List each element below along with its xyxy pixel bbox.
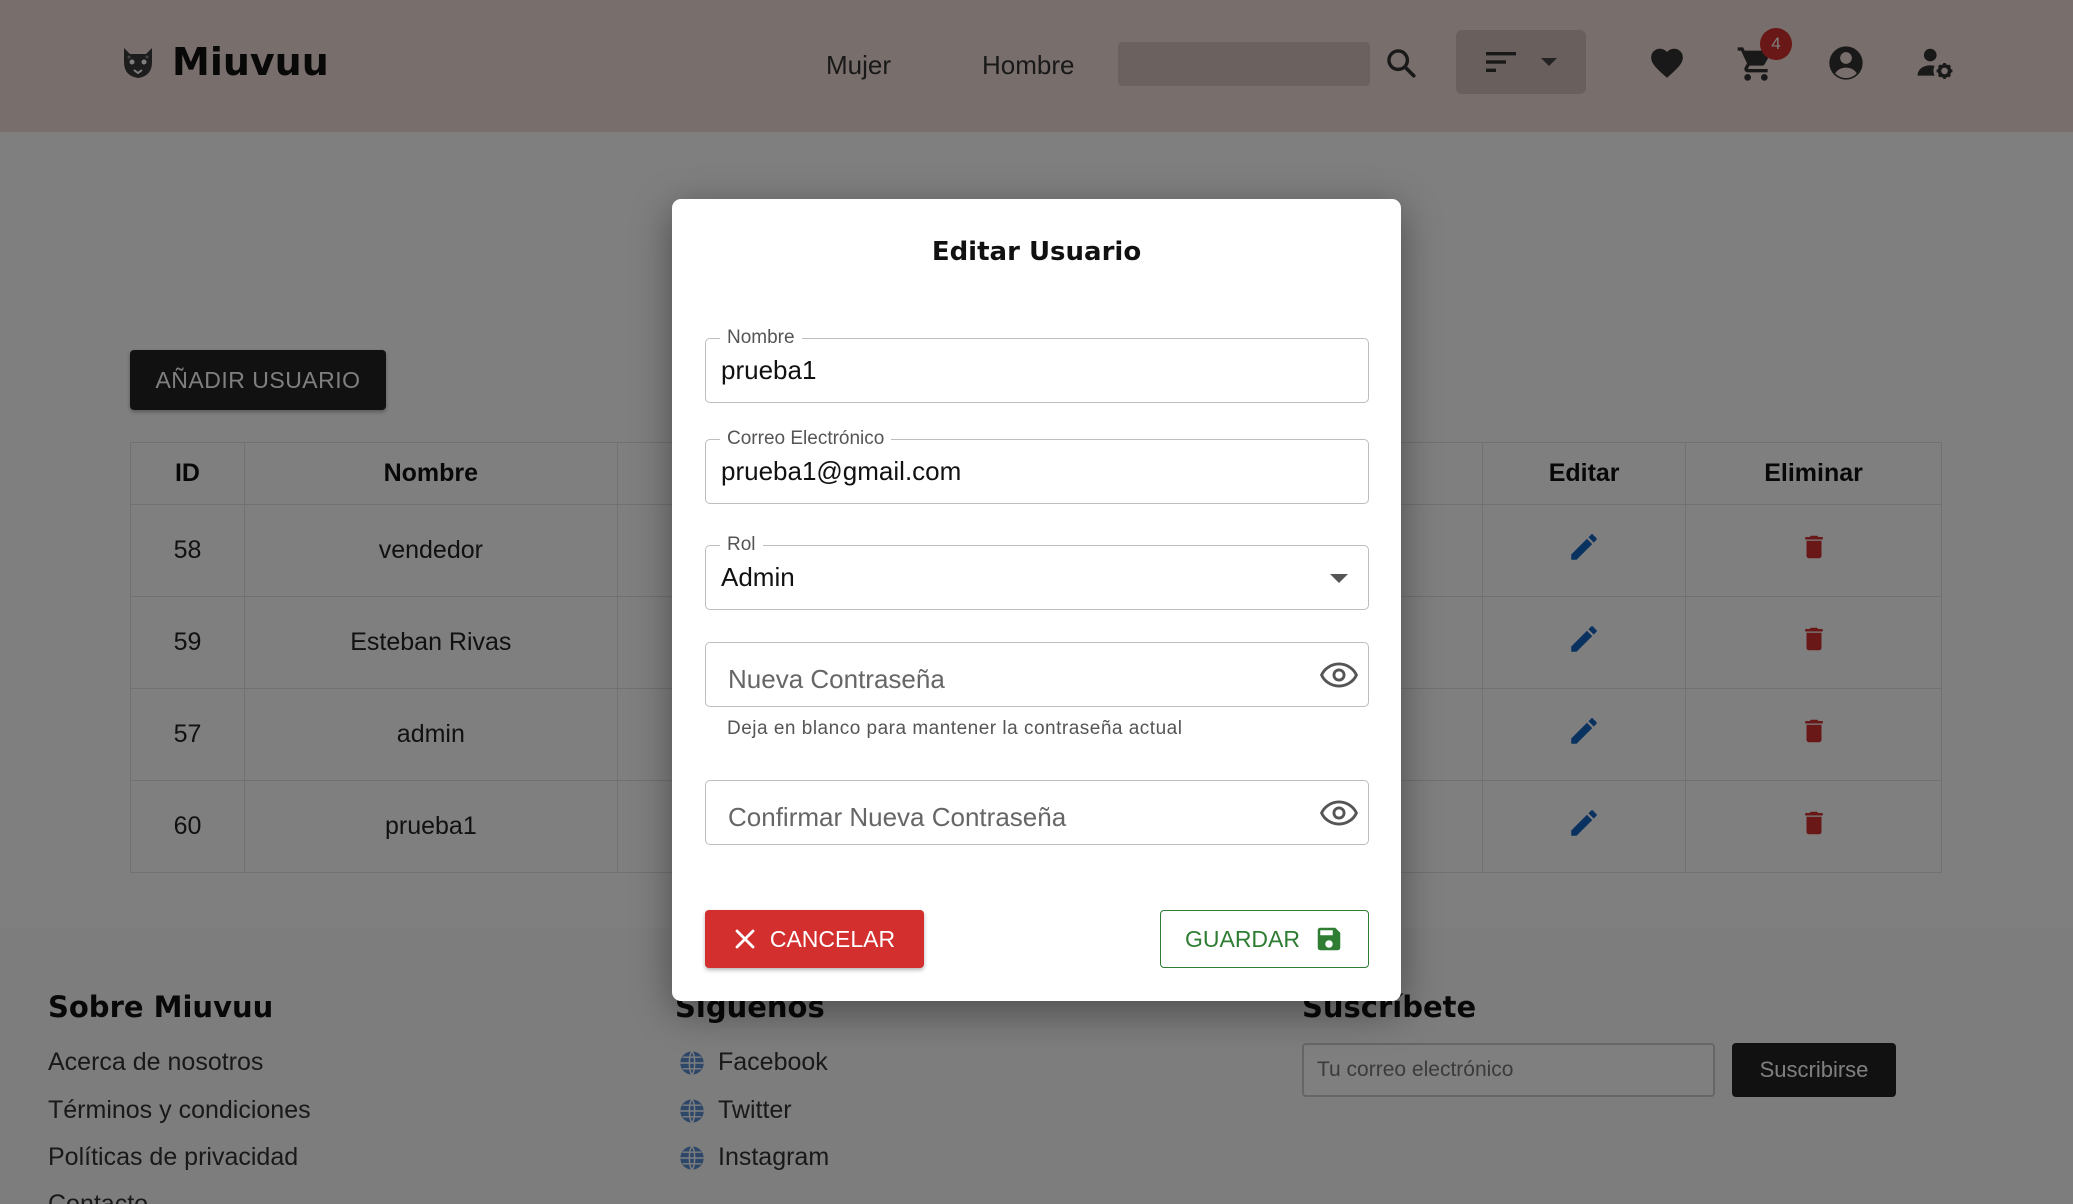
- confirm-password-field[interactable]: Confirmar Nueva Contraseña: [705, 780, 1369, 845]
- dropdown-arrow-icon: [1330, 574, 1348, 583]
- role-select[interactable]: Rol Admin: [705, 534, 1369, 610]
- email-field[interactable]: Correo Electrónico prueba1@gmail.com: [705, 428, 1369, 504]
- save-floppy-icon: [1317, 927, 1341, 951]
- cancel-button[interactable]: CANCELAR: [705, 910, 924, 968]
- confirm-password-placeholder: Confirmar Nueva Contraseña: [728, 802, 1067, 832]
- password-helper-text: Deja en blanco para mantener la contrase…: [727, 718, 1183, 739]
- name-field-label: Nombre: [720, 327, 802, 349]
- email-field-label: Correo Electrónico: [720, 428, 892, 450]
- cancel-button-label: CANCELAR: [769, 925, 896, 952]
- dialog-title: Editar Usuario: [931, 237, 1142, 267]
- edit-user-dialog: Editar Usuario Nombre prueba1 Correo Ele…: [672, 199, 1401, 1001]
- role-select-value: Admin: [721, 562, 795, 592]
- close-icon: [735, 929, 755, 949]
- save-button[interactable]: GUARDAR: [1160, 910, 1369, 968]
- email-field-value: prueba1@gmail.com: [721, 456, 962, 486]
- new-password-field[interactable]: Nueva Contraseña: [705, 642, 1369, 707]
- new-password-placeholder: Nueva Contraseña: [728, 664, 945, 694]
- save-button-label: GUARDAR: [1184, 925, 1300, 952]
- name-field-value: prueba1: [721, 355, 817, 385]
- show-password-eye-icon[interactable]: [1320, 656, 1358, 699]
- role-select-label: Rol: [720, 534, 763, 556]
- show-password-eye-icon[interactable]: [1320, 794, 1358, 837]
- name-field[interactable]: Nombre prueba1: [705, 327, 1369, 403]
